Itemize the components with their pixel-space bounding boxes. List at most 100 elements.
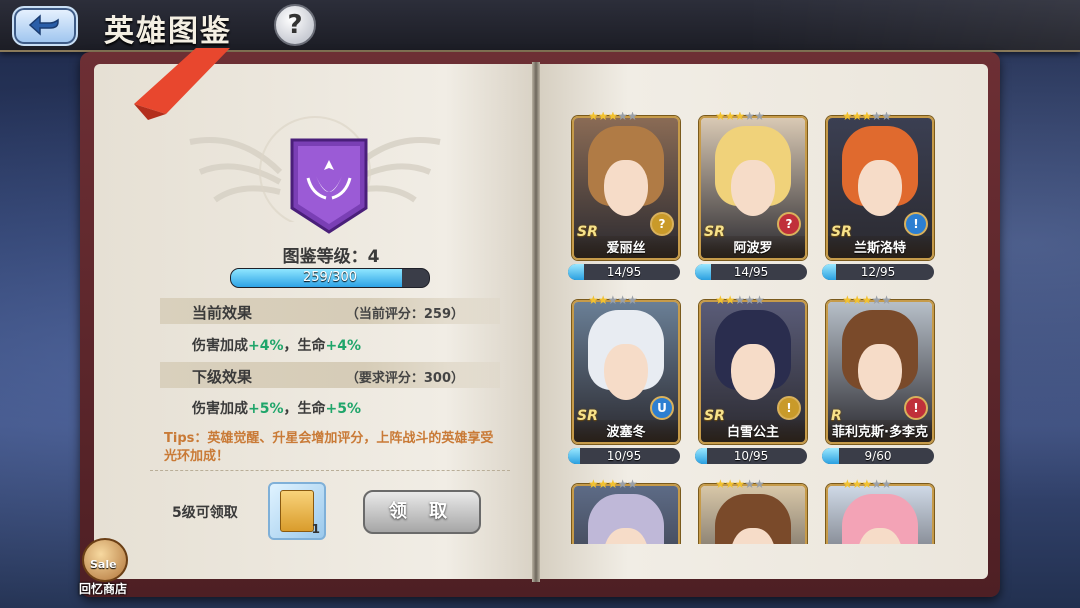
hero-role-icon: U — [650, 396, 674, 420]
hero-shard-progress: 10/95 — [568, 448, 680, 464]
hero-portrait-frame: SR! 兰斯洛特 — [826, 116, 934, 260]
help-button[interactable]: ? — [274, 4, 316, 46]
hero-name: 兰斯洛特 — [853, 241, 906, 256]
next-required-score: （要求评分：300） — [345, 371, 464, 386]
star-icon: ★ — [607, 112, 619, 123]
codex-xp-bar: 259/300 — [230, 268, 430, 288]
hero-name: 爱丽丝 — [606, 241, 646, 256]
hero-face — [604, 160, 648, 216]
star-icon: ★ — [881, 112, 892, 123]
hero-portrait-frame: SR U 波塞冬 — [572, 300, 680, 444]
hero-role-icon: ? — [777, 212, 801, 236]
hero-progress-text: 12/95 — [860, 265, 896, 279]
next-hp-label: ，生命 — [283, 401, 326, 417]
next-damage-label: 伤害加成 — [192, 401, 248, 417]
hero-face — [604, 344, 648, 400]
star-icon: ★ — [842, 293, 853, 307]
hero-name: 白雪公主 — [726, 425, 779, 440]
hero-shard-progress: 14/95 — [695, 264, 807, 280]
hero-portrait-frame: SR? 爱丽丝 — [572, 116, 680, 260]
star-icon: ★ — [715, 477, 726, 491]
star-icon: ★ — [627, 112, 638, 123]
memory-shop-button[interactable]: Sale 回忆商店 — [72, 538, 134, 602]
hero-portrait-frame: R! 菲利克斯·多李克 — [826, 300, 934, 444]
back-arrow-icon — [28, 14, 59, 36]
shop-sale-badge: Sale — [90, 558, 117, 571]
current-effect-header: 当前效果 （当前评分：259） — [160, 298, 500, 324]
hero-portrait-frame — [572, 484, 680, 544]
back-button[interactable] — [12, 6, 78, 46]
star-icon: ★ — [851, 477, 863, 491]
hero-role-icon: ! — [904, 396, 928, 420]
star-icon: ★ — [744, 477, 755, 491]
hero-portrait-frame — [826, 484, 934, 544]
codex-level-label: 图鉴等级：4 — [282, 247, 380, 267]
hero-stars: ★★★★★ — [715, 477, 765, 491]
book-spine — [532, 62, 540, 582]
hero-progress-text: 14/95 — [606, 265, 642, 279]
codex-xp-text: 259/300 — [302, 270, 357, 285]
star-icon: ★ — [734, 293, 746, 307]
hero-portrait-frame: SR? 阿波罗 — [699, 116, 807, 260]
current-damage-label: 伤害加成 — [192, 338, 248, 354]
hero-stars: ★★★★★ — [588, 293, 638, 307]
hero-name: 阿波罗 — [733, 241, 773, 256]
star-icon: ★ — [861, 477, 873, 491]
star-icon: ★ — [861, 293, 873, 307]
reward-item[interactable]: 1 — [268, 482, 326, 540]
codex-rank-emblem-icon — [290, 138, 368, 234]
hero-face — [731, 344, 775, 400]
hero-role-icon: ? — [650, 212, 674, 236]
next-hp-value: +5% — [325, 401, 362, 417]
hero-stars: ★★★★★ — [588, 477, 638, 491]
star-icon: ★ — [754, 112, 765, 123]
star-icon: ★ — [871, 293, 882, 307]
star-icon: ★ — [715, 112, 726, 123]
star-icon: ★ — [607, 293, 619, 307]
star-icon: ★ — [588, 112, 599, 123]
current-effect-text: 伤害加成+4%，生命+4% — [192, 335, 361, 355]
hero-progress-text: 14/95 — [733, 265, 769, 279]
divider — [150, 470, 510, 471]
star-icon: ★ — [734, 477, 746, 491]
star-icon: ★ — [627, 293, 638, 307]
claim-button[interactable]: 领 取 — [363, 490, 481, 534]
next-effect-text: 伤害加成+5%，生命+5% — [192, 398, 361, 418]
current-score: （当前评分：259） — [345, 307, 464, 322]
star-icon: ★ — [871, 477, 882, 491]
star-icon: ★ — [617, 293, 628, 307]
star-icon: ★ — [588, 477, 599, 491]
star-icon: ★ — [851, 293, 863, 307]
next-damage-value: +5% — [248, 401, 284, 417]
hero-face — [858, 344, 902, 400]
hero-progress-text: 10/95 — [733, 449, 769, 463]
star-icon: ★ — [842, 112, 853, 123]
tips-text: Tips：英雄觉醒、升星会增加评分，上阵战斗的英雄享受光环加成！ — [164, 431, 494, 464]
star-icon: ★ — [724, 293, 736, 307]
star-icon: ★ — [617, 112, 628, 123]
current-hp-value: +4% — [325, 338, 362, 354]
hero-stars: ★★★★★ — [588, 112, 638, 123]
star-icon: ★ — [715, 293, 726, 307]
next-effect-header: 下级效果 （要求评分：300） — [160, 362, 500, 388]
star-icon: ★ — [607, 477, 619, 491]
hero-stars: ★★★★★ — [715, 293, 765, 307]
hero-stars: ★★★★★ — [842, 112, 892, 123]
hero-stars: ★★★★★ — [842, 477, 892, 491]
star-icon: ★ — [744, 112, 755, 123]
star-icon: ★ — [597, 293, 609, 307]
hero-role-icon: ! — [777, 396, 801, 420]
star-icon: ★ — [734, 112, 746, 123]
star-icon: ★ — [851, 112, 863, 123]
hero-stars: ★★★★★ — [842, 293, 892, 307]
hero-shard-progress: 9/60 — [822, 448, 934, 464]
star-icon: ★ — [724, 477, 736, 491]
star-icon: ★ — [754, 477, 765, 491]
hero-shard-progress: 12/95 — [822, 264, 934, 280]
shop-label: 回忆商店 — [78, 582, 127, 596]
star-icon: ★ — [617, 477, 628, 491]
hero-role-icon: ! — [904, 212, 928, 236]
star-icon: ★ — [861, 112, 873, 123]
next-effect-label: 下级效果 — [192, 368, 253, 386]
hero-progress-text: 10/95 — [606, 449, 642, 463]
